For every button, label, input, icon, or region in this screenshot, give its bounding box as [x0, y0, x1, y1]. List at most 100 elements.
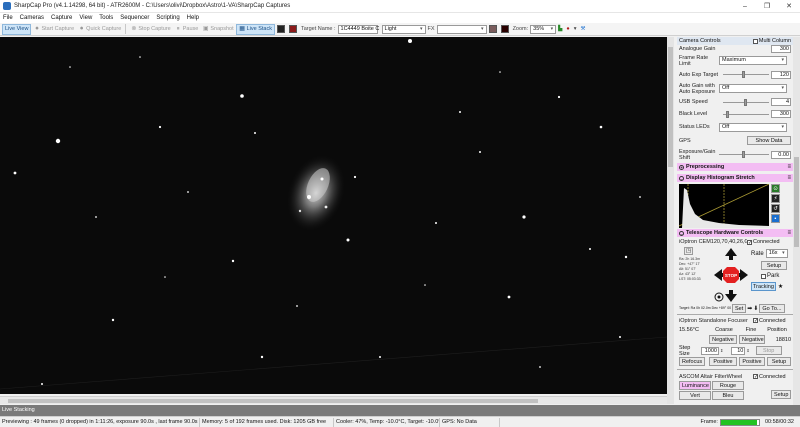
snapshot-button[interactable]: ▣ Snapshot — [200, 24, 235, 35]
mount-row: iOptron CEM120,70,40,26,G ✓ Connected — [677, 237, 793, 247]
quick-capture-label: Quick Capture — [86, 26, 122, 32]
pause-icon: ⏸ — [176, 25, 180, 32]
spinner-icon[interactable]: ⇕ — [746, 348, 749, 353]
zoom-select[interactable]: 35% ▾ — [530, 24, 557, 34]
telescope-header[interactable]: – Telescope Hardware Controls ≡ — [677, 229, 793, 237]
menu-file[interactable]: File — [3, 15, 13, 21]
focuser-stop-button[interactable]: Stop — [755, 346, 782, 355]
frame-progress-fill — [720, 419, 758, 425]
save-icon[interactable]: ▪ — [771, 214, 780, 223]
quick-capture-button[interactable]: ⏺ Quick Capture — [76, 24, 123, 35]
usb-speed-input[interactable]: 4 — [771, 98, 791, 106]
multi-column-toggle[interactable]: Multi Column — [752, 38, 791, 44]
coarse-positive-button[interactable]: Positive — [709, 357, 737, 366]
menu-tools[interactable]: Tools — [99, 15, 113, 21]
arrow-up-icon[interactable] — [725, 248, 737, 260]
filter-rouge-button[interactable]: Rouge — [712, 381, 744, 390]
frame-rate-select[interactable]: Maximum ▾ — [719, 56, 787, 65]
park-toggle[interactable]: Park — [761, 273, 791, 279]
menu-cameras[interactable]: Cameras — [20, 15, 44, 21]
live-stack-button[interactable]: ▦ Live Stack — [235, 23, 275, 35]
set-button[interactable]: Set — [732, 303, 747, 313]
exposure-gain-shift-input[interactable]: 0.00 — [771, 150, 791, 159]
arrow-right-icon[interactable]: ➡ — [747, 305, 752, 312]
viewer-horizontal-scrollbar[interactable] — [0, 396, 667, 404]
auto-exp-target-slider[interactable] — [723, 70, 769, 79]
stop-capture-button[interactable]: ⊗ Stop Capture — [128, 24, 172, 35]
show-data-button[interactable]: Show Data — [747, 136, 791, 145]
live-stacking-bar[interactable]: Live Stacking — [0, 405, 800, 416]
preprocessing-header[interactable]: + Preprocessing ≡ — [677, 163, 793, 171]
menu-sequencer[interactable]: Sequencer — [120, 15, 149, 21]
color-swatch-icon[interactable] — [488, 25, 497, 33]
pause-button[interactable]: ⏸ Pause — [173, 24, 201, 35]
live-stacking-label: Live Stacking — [2, 407, 35, 413]
histogram-chart[interactable] — [679, 184, 769, 228]
red-filter-icon[interactable] — [500, 25, 509, 33]
start-capture-button[interactable]: ⏺ Start Capture — [31, 24, 76, 35]
filter-bleu-button[interactable]: Bleu — [712, 391, 744, 400]
maximize-button[interactable]: ❐ — [756, 0, 778, 13]
black-level-input[interactable]: 300 — [771, 110, 791, 118]
target-name-field[interactable]: 1C4449 Boite C — [337, 24, 379, 34]
night-mode-icon[interactable] — [288, 25, 297, 33]
black-level-slider[interactable] — [723, 110, 769, 119]
viewer-vertical-scrollbar[interactable] — [667, 37, 674, 404]
focuser-setup-button[interactable]: Setup — [767, 357, 791, 366]
auto-stretch-icon[interactable]: ⊙ — [771, 184, 780, 193]
menu-capture[interactable]: Capture — [51, 15, 72, 21]
reset-icon[interactable]: ↺ — [771, 204, 780, 213]
histogram-header[interactable]: – Display Histogram Stretch ≡ — [677, 174, 793, 182]
menu-icon[interactable]: ≡ — [787, 164, 791, 170]
mount-setup-button[interactable]: Setup — [761, 261, 787, 270]
minimize-button[interactable]: – — [734, 0, 756, 13]
spinner-icon[interactable]: ⇕ — [720, 348, 723, 353]
panel-scrollbar[interactable] — [793, 37, 800, 405]
image-viewer[interactable] — [0, 37, 667, 394]
checkmark-icon[interactable]: ✓ — [747, 239, 752, 245]
fine-positive-button[interactable]: Positive — [739, 357, 765, 366]
arrow-down-icon[interactable] — [725, 290, 737, 302]
menu-view[interactable]: View — [79, 15, 92, 21]
live-view-button[interactable]: Live View — [2, 23, 32, 35]
fx-select[interactable]: ▾ — [436, 24, 487, 34]
close-button[interactable]: ✕ — [778, 0, 800, 13]
arrow-down-icon[interactable]: ⬇ — [753, 305, 758, 312]
tracking-button[interactable]: Tracking — [751, 282, 776, 291]
checkmark-icon[interactable]: ✓ — [753, 318, 758, 324]
control-panel: Camera Controls Multi Column Analogue Ga… — [677, 37, 793, 405]
star-icon[interactable]: ★ — [778, 283, 783, 290]
coarse-step-input[interactable]: 1000 — [701, 346, 719, 355]
fine-step-input[interactable]: 10 — [731, 346, 746, 355]
histogram-icon[interactable]: ▙ — [556, 24, 564, 35]
fine-negative-button[interactable]: Negative — [739, 335, 765, 344]
menu-icon[interactable]: ≡ — [787, 230, 791, 236]
exposure-gain-shift-slider[interactable] — [719, 150, 769, 159]
capture-profile-select[interactable]: Light ▾ — [381, 24, 426, 34]
filterwheel-setup-button[interactable]: Setup — [771, 390, 791, 399]
menu-help[interactable]: Help — [187, 15, 199, 21]
reticle-icon[interactable]: ● — [564, 24, 571, 35]
auto-exp-target-row: Auto Exp Target 120 — [677, 68, 793, 81]
coarse-negative-button[interactable]: Negative — [709, 335, 737, 344]
auto-exp-target-input[interactable]: 120 — [771, 70, 791, 79]
chevron-down-icon: ▾ — [781, 57, 784, 63]
checkmark-icon[interactable]: ✓ — [753, 374, 758, 380]
auto-gain-select[interactable]: Off ▾ — [719, 84, 787, 93]
menu-scripting[interactable]: Scripting — [156, 15, 179, 21]
screen-icon[interactable]: ◳ — [684, 247, 693, 255]
status-leds-select[interactable]: Off ▾ — [719, 122, 787, 132]
usb-speed-slider[interactable] — [723, 98, 769, 107]
wrench-icon[interactable]: ⚒ — [578, 24, 587, 35]
display-icon[interactable] — [276, 25, 285, 33]
goto-button[interactable]: Go To... — [759, 303, 785, 313]
galaxy-ngc4449 — [286, 154, 346, 232]
refocus-button[interactable]: Refocus — [679, 357, 705, 366]
filter-vert-button[interactable]: Vert — [679, 391, 711, 400]
filter-luminance-button[interactable]: Luminance — [679, 381, 711, 390]
rate-select[interactable]: 16x ▾ — [765, 249, 788, 258]
menu-icon[interactable]: ≡ — [787, 175, 791, 181]
analogue-gain-input[interactable]: 300 — [771, 44, 791, 53]
chevron-down-icon[interactable]: ▾ — [572, 24, 579, 35]
lightning-icon[interactable]: ⚡ — [771, 194, 780, 203]
